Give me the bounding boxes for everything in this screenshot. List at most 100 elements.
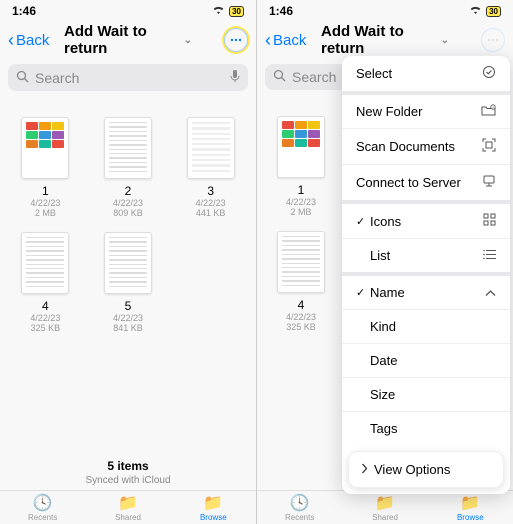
menu-list[interactable]: List: [342, 239, 510, 276]
menu-new-folder[interactable]: New Folder +: [342, 95, 510, 129]
wifi-icon: [212, 4, 225, 18]
menu-kind[interactable]: Kind: [342, 310, 510, 344]
battery-icon: 30: [486, 6, 501, 17]
file-size: 441 KB: [173, 208, 248, 218]
menu-size[interactable]: Size: [342, 378, 510, 412]
file-date: 4/22/23: [8, 198, 83, 208]
sync-status: Synced with iCloud: [0, 475, 256, 486]
search-icon: [273, 69, 286, 85]
tab-browse[interactable]: 📁Browse: [171, 491, 256, 524]
file-name: 4: [8, 299, 83, 313]
file-size: 809 KB: [91, 208, 166, 218]
page-title[interactable]: Add Wait to return ⌄: [64, 23, 192, 57]
file-item[interactable]: 54/22/23841 KB: [91, 232, 166, 333]
mic-icon[interactable]: [230, 69, 240, 86]
status-time: 1:46: [12, 4, 36, 18]
check-icon: ✓: [356, 215, 370, 228]
menu-view-options[interactable]: View Options: [348, 451, 504, 488]
status-time: 1:46: [269, 4, 293, 18]
back-button[interactable]: ‹ Back: [265, 30, 306, 51]
file-name: 3: [173, 184, 248, 198]
menu-name[interactable]: ✓ Name: [342, 276, 510, 310]
file-name: 4: [265, 298, 337, 312]
folder-shared-icon: 📁: [375, 493, 395, 513]
back-label: Back: [16, 32, 49, 49]
menu-scan[interactable]: Scan Documents: [342, 129, 510, 165]
file-date: 4/22/23: [91, 313, 166, 323]
status-bar: 1:46 30: [0, 0, 256, 22]
panel-left: 1:46 30 ‹ Back Add Wait to return ⌄ Sear…: [0, 0, 256, 524]
chevron-right-icon: [361, 462, 368, 477]
folder-shared-icon: 📁: [118, 493, 138, 513]
tab-recents[interactable]: 🕓Recents: [0, 491, 85, 524]
scan-icon: [482, 138, 496, 155]
file-item[interactable]: 24/22/23809 KB: [91, 117, 166, 218]
search-placeholder: Search: [292, 69, 336, 85]
grid-icon: [483, 213, 496, 229]
new-folder-icon: +: [481, 104, 496, 119]
check-icon: ✓: [356, 286, 370, 299]
file-size: 841 KB: [91, 323, 166, 333]
file-item[interactable]: 14/22/232 MB: [8, 117, 83, 218]
server-icon: [482, 174, 496, 191]
file-size: 325 KB: [8, 323, 83, 333]
chevron-down-icon: ⌄: [441, 35, 449, 46]
file-name: 5: [91, 299, 166, 313]
search-icon: [16, 70, 29, 86]
menu-connect[interactable]: Connect to Server: [342, 165, 510, 204]
back-button[interactable]: ‹ Back: [8, 30, 49, 51]
context-menu: Select New Folder + Scan Documents Conne…: [342, 56, 510, 494]
chevron-up-icon: [485, 285, 496, 300]
file-name: 1: [265, 183, 337, 197]
chevron-down-icon: ⌄: [184, 35, 192, 46]
file-item[interactable]: 14/22/232 MB: [265, 116, 337, 217]
panel-right: 1:46 30 ‹ Back Add Wait to return ⌄ Sear…: [257, 0, 513, 524]
file-date: 4/22/23: [265, 312, 337, 322]
search-placeholder: Search: [35, 70, 79, 86]
folder-icon: 📁: [203, 493, 223, 513]
file-name: 1: [8, 184, 83, 198]
chevron-left-icon: ‹: [8, 30, 14, 51]
menu-date[interactable]: Date: [342, 344, 510, 378]
menu-select[interactable]: Select: [342, 56, 510, 95]
list-icon: [483, 248, 496, 263]
more-button[interactable]: [224, 28, 248, 52]
file-item[interactable]: 44/22/23325 KB: [8, 232, 83, 333]
tab-shared[interactable]: 📁Shared: [342, 491, 427, 524]
file-grid: 14/22/232 MB24/22/23809 KB34/22/23441 KB…: [0, 97, 256, 333]
chevron-left-icon: ‹: [265, 30, 271, 51]
tab-browse[interactable]: 📁Browse: [428, 491, 513, 524]
file-date: 4/22/23: [91, 198, 166, 208]
file-size: 2 MB: [8, 208, 83, 218]
item-count: 5 items: [0, 459, 256, 473]
clock-icon: 🕓: [290, 493, 310, 513]
file-size: 2 MB: [265, 207, 337, 217]
tab-shared[interactable]: 📁Shared: [85, 491, 170, 524]
select-icon: [482, 65, 496, 82]
clock-icon: 🕓: [33, 493, 53, 513]
nav-bar: ‹ Back Add Wait to return ⌄: [257, 22, 513, 58]
menu-tags[interactable]: Tags: [342, 412, 510, 445]
battery-icon: 30: [229, 6, 244, 17]
file-item[interactable]: 44/22/23325 KB: [265, 231, 337, 332]
tab-bar: 🕓Recents 📁Shared 📁Browse: [0, 490, 256, 524]
file-item[interactable]: 34/22/23441 KB: [173, 117, 248, 218]
tab-recents[interactable]: 🕓Recents: [257, 491, 342, 524]
page-title[interactable]: Add Wait to return ⌄: [321, 23, 449, 57]
back-label: Back: [273, 32, 306, 49]
search-input[interactable]: Search: [8, 64, 248, 91]
file-size: 325 KB: [265, 322, 337, 332]
file-name: 2: [91, 184, 166, 198]
tab-bar: 🕓Recents 📁Shared 📁Browse: [257, 490, 513, 524]
svg-text:+: +: [492, 106, 494, 110]
status-bar: 1:46 30: [257, 0, 513, 22]
file-date: 4/22/23: [265, 197, 337, 207]
menu-icons[interactable]: ✓ Icons: [342, 204, 510, 239]
wifi-icon: [469, 4, 482, 18]
file-date: 4/22/23: [173, 198, 248, 208]
more-button[interactable]: [481, 28, 505, 52]
nav-bar: ‹ Back Add Wait to return ⌄: [0, 22, 256, 58]
file-date: 4/22/23: [8, 313, 83, 323]
folder-icon: 📁: [460, 493, 480, 513]
footer: 5 items Synced with iCloud: [0, 459, 256, 486]
